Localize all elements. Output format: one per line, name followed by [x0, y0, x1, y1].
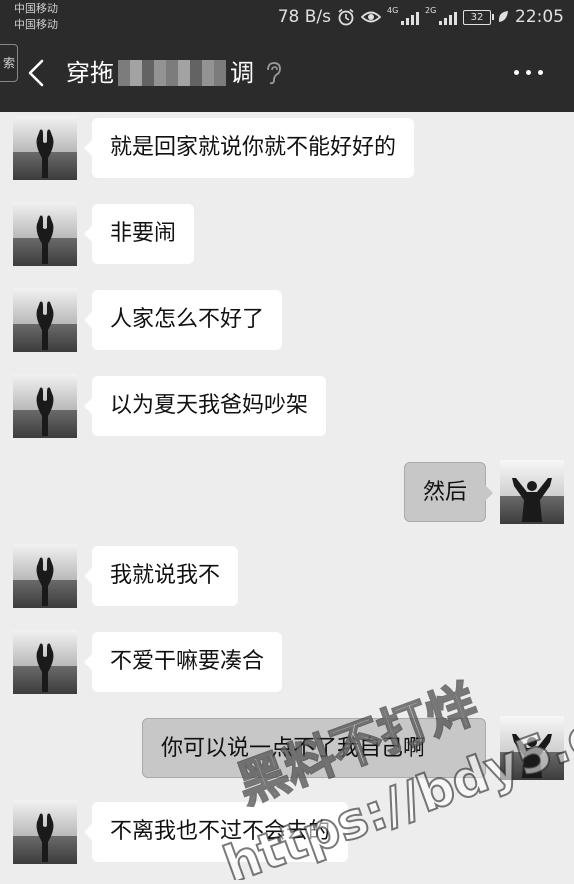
chat-header: 索 穿拖 调 — [0, 36, 574, 112]
message-row: 你可以说一点不了我自己啊 — [0, 716, 574, 780]
message-row: 以为夏天我爸妈吵架 — [0, 374, 574, 438]
battery-icon: 32 — [463, 9, 494, 25]
net-type-2: 2G — [425, 6, 437, 15]
eye-icon — [361, 11, 381, 23]
message-row: 然后 — [0, 460, 574, 524]
title-suffix: 调 — [230, 59, 254, 87]
status-bar: 中国移动 中国移动 78 B/s 4G 2G 32 22:05 — [0, 0, 574, 36]
ear-icon — [267, 62, 281, 85]
carrier-labels: 中国移动 中国移动 — [14, 1, 58, 33]
leaf-icon — [498, 11, 508, 22]
avatar[interactable] — [13, 630, 77, 694]
message-bubble[interactable]: 非要闹 — [83, 204, 195, 264]
clock: 22:05 — [515, 7, 564, 27]
alarm-icon — [338, 8, 354, 26]
avatar[interactable] — [13, 374, 77, 438]
avatar[interactable] — [13, 116, 77, 180]
message-bubble[interactable]: 就是回家就说你就不能好好的 — [83, 118, 415, 178]
message-row: 非要闹 — [0, 202, 574, 266]
message-row: 不离我也不过不会去的 — [0, 800, 574, 864]
message-row: 我就说我不 — [0, 544, 574, 608]
status-indicators: 78 B/s 4G 2G 32 22:05 — [278, 6, 564, 28]
message-bubble[interactable]: 人家怎么不好了 — [83, 290, 283, 350]
message-row: 人家怎么不好了 — [0, 288, 574, 352]
message-list[interactable]: 就是回家就说你就不能好好的 非要闹 人家怎么不好了 以为夏天我爸妈吵架 然后 我… — [0, 112, 574, 884]
carrier-2: 中国移动 — [14, 18, 58, 31]
net-speed: 78 B/s — [277, 7, 331, 27]
avatar[interactable] — [500, 716, 564, 780]
avatar[interactable] — [13, 800, 77, 864]
chat-title: 穿拖 调 — [66, 56, 282, 90]
signal-icon: 2G — [425, 6, 457, 25]
net-type-1: 4G — [387, 6, 399, 15]
message-bubble[interactable]: 你可以说一点不了我自己啊 — [142, 718, 486, 778]
title-prefix: 穿拖 — [66, 59, 114, 87]
carrier-1: 中国移动 — [14, 2, 58, 15]
message-bubble[interactable]: 以为夏天我爸妈吵架 — [83, 376, 327, 436]
message-bubble[interactable]: 不爱干嘛要凑合 — [83, 632, 283, 692]
message-bubble[interactable]: 不离我也不过不会去的 — [83, 802, 349, 862]
message-bubble[interactable]: 我就说我不 — [83, 546, 239, 606]
back-icon[interactable] — [24, 58, 50, 88]
message-row: 就是回家就说你就不能好好的 — [0, 116, 574, 180]
side-tab[interactable]: 索 — [0, 44, 18, 82]
signal-icon: 4G — [387, 6, 419, 25]
blurred-name — [118, 60, 226, 86]
avatar[interactable] — [13, 544, 77, 608]
message-bubble[interactable]: 然后 — [403, 462, 494, 522]
avatar[interactable] — [13, 202, 77, 266]
avatar[interactable] — [13, 288, 77, 352]
message-row: 不爱干嘛要凑合 — [0, 630, 574, 694]
avatar[interactable] — [500, 460, 564, 524]
more-icon[interactable] — [514, 70, 546, 80]
